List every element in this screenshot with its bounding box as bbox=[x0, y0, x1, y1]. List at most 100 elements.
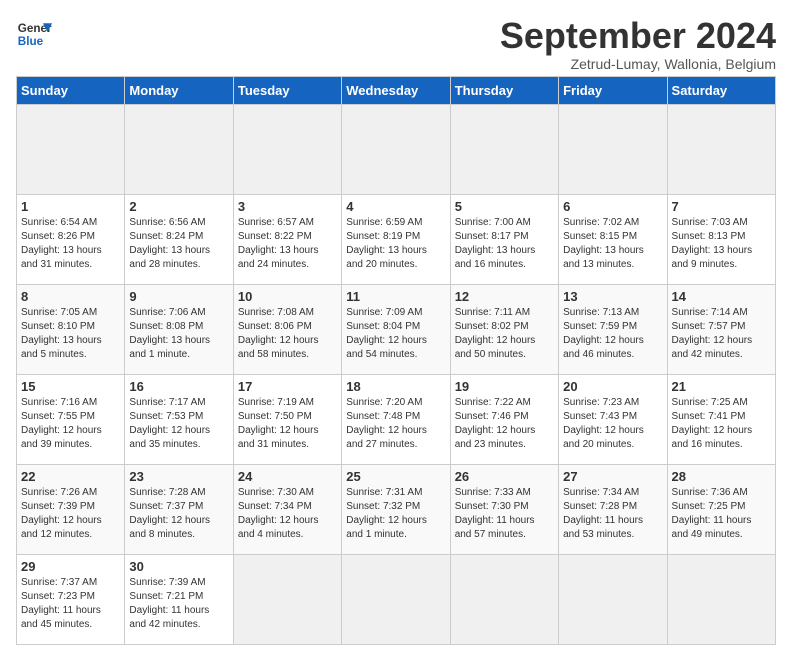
day-info: Sunrise: 7:23 AM Sunset: 7:43 PM Dayligh… bbox=[563, 396, 662, 452]
calendar-cell: 30 Sunrise: 7:39 AM Sunset: 7:21 PM Dayli… bbox=[125, 554, 233, 644]
calendar-week-row: 29 Sunrise: 7:37 AM Sunset: 7:23 PM Dayli… bbox=[17, 554, 776, 644]
day-number: 25 bbox=[346, 469, 445, 484]
day-info: Sunrise: 7:06 AM Sunset: 8:08 PM Dayligh… bbox=[129, 306, 228, 362]
day-number: 29 bbox=[21, 559, 120, 574]
calendar-cell: 19 Sunrise: 7:22 AM Sunset: 7:46 PM Dayli… bbox=[450, 374, 558, 464]
calendar-week-row bbox=[17, 104, 776, 194]
day-number: 30 bbox=[129, 559, 228, 574]
day-number: 4 bbox=[346, 199, 445, 214]
calendar-cell bbox=[667, 104, 775, 194]
weekday-header: Wednesday bbox=[342, 76, 450, 104]
day-info: Sunrise: 7:22 AM Sunset: 7:46 PM Dayligh… bbox=[455, 396, 554, 452]
day-info: Sunrise: 7:33 AM Sunset: 7:30 PM Dayligh… bbox=[455, 486, 554, 542]
calendar-cell: 26 Sunrise: 7:33 AM Sunset: 7:30 PM Dayli… bbox=[450, 464, 558, 554]
day-number: 24 bbox=[238, 469, 337, 484]
calendar-cell bbox=[17, 104, 125, 194]
day-number: 6 bbox=[563, 199, 662, 214]
day-number: 14 bbox=[672, 289, 771, 304]
day-info: Sunrise: 7:34 AM Sunset: 7:28 PM Dayligh… bbox=[563, 486, 662, 542]
day-number: 12 bbox=[455, 289, 554, 304]
day-number: 23 bbox=[129, 469, 228, 484]
day-number: 15 bbox=[21, 379, 120, 394]
calendar-cell: 17 Sunrise: 7:19 AM Sunset: 7:50 PM Dayli… bbox=[233, 374, 341, 464]
day-number: 13 bbox=[563, 289, 662, 304]
day-number: 17 bbox=[238, 379, 337, 394]
weekday-header: Monday bbox=[125, 76, 233, 104]
day-number: 3 bbox=[238, 199, 337, 214]
calendar-cell: 28 Sunrise: 7:36 AM Sunset: 7:25 PM Dayli… bbox=[667, 464, 775, 554]
day-number: 7 bbox=[672, 199, 771, 214]
calendar-cell: 20 Sunrise: 7:23 AM Sunset: 7:43 PM Dayli… bbox=[559, 374, 667, 464]
day-info: Sunrise: 7:02 AM Sunset: 8:15 PM Dayligh… bbox=[563, 216, 662, 272]
calendar-week-row: 22Sunrise: 7:26 AM Sunset: 7:39 PM Dayli… bbox=[17, 464, 776, 554]
day-number: 18 bbox=[346, 379, 445, 394]
calendar-cell: 18 Sunrise: 7:20 AM Sunset: 7:48 PM Dayli… bbox=[342, 374, 450, 464]
calendar-cell bbox=[125, 104, 233, 194]
day-number: 19 bbox=[455, 379, 554, 394]
day-info: Sunrise: 7:36 AM Sunset: 7:25 PM Dayligh… bbox=[672, 486, 771, 542]
title-block: September 2024 Zetrud-Lumay, Wallonia, B… bbox=[500, 16, 776, 72]
day-info: Sunrise: 7:28 AM Sunset: 7:37 PM Dayligh… bbox=[129, 486, 228, 542]
calendar-cell: 27 Sunrise: 7:34 AM Sunset: 7:28 PM Dayli… bbox=[559, 464, 667, 554]
day-info: Sunrise: 7:31 AM Sunset: 7:32 PM Dayligh… bbox=[346, 486, 445, 542]
day-info: Sunrise: 7:13 AM Sunset: 7:59 PM Dayligh… bbox=[563, 306, 662, 362]
day-info: Sunrise: 7:30 AM Sunset: 7:34 PM Dayligh… bbox=[238, 486, 337, 542]
calendar-week-row: 8 Sunrise: 7:05 AM Sunset: 8:10 PM Daylig… bbox=[17, 284, 776, 374]
calendar-cell: 21 Sunrise: 7:25 AM Sunset: 7:41 PM Dayli… bbox=[667, 374, 775, 464]
day-info: Sunrise: 7:25 AM Sunset: 7:41 PM Dayligh… bbox=[672, 396, 771, 452]
calendar-cell bbox=[667, 554, 775, 644]
day-info: Sunrise: 7:17 AM Sunset: 7:53 PM Dayligh… bbox=[129, 396, 228, 452]
svg-text:Blue: Blue bbox=[18, 35, 44, 48]
calendar-cell: 25 Sunrise: 7:31 AM Sunset: 7:32 PM Dayli… bbox=[342, 464, 450, 554]
calendar-cell: 13 Sunrise: 7:13 AM Sunset: 7:59 PM Dayli… bbox=[559, 284, 667, 374]
day-info: Sunrise: 7:11 AM Sunset: 8:02 PM Dayligh… bbox=[455, 306, 554, 362]
day-info: Sunrise: 6:56 AM Sunset: 8:24 PM Dayligh… bbox=[129, 216, 228, 272]
calendar-cell: 16Sunrise: 7:17 AM Sunset: 7:53 PM Dayli… bbox=[125, 374, 233, 464]
calendar-cell: 1Sunrise: 6:54 AM Sunset: 8:26 PM Daylig… bbox=[17, 194, 125, 284]
day-number: 8 bbox=[21, 289, 120, 304]
day-number: 28 bbox=[672, 469, 771, 484]
calendar-cell bbox=[342, 104, 450, 194]
calendar-cell: 5 Sunrise: 7:00 AM Sunset: 8:17 PM Daylig… bbox=[450, 194, 558, 284]
weekday-header: Friday bbox=[559, 76, 667, 104]
calendar-cell: 22Sunrise: 7:26 AM Sunset: 7:39 PM Dayli… bbox=[17, 464, 125, 554]
calendar-cell bbox=[559, 554, 667, 644]
day-info: Sunrise: 7:08 AM Sunset: 8:06 PM Dayligh… bbox=[238, 306, 337, 362]
day-info: Sunrise: 7:05 AM Sunset: 8:10 PM Dayligh… bbox=[21, 306, 120, 362]
day-info: Sunrise: 7:39 AM Sunset: 7:21 PM Dayligh… bbox=[129, 576, 228, 632]
day-number: 20 bbox=[563, 379, 662, 394]
calendar-cell: 14 Sunrise: 7:14 AM Sunset: 7:57 PM Dayli… bbox=[667, 284, 775, 374]
weekday-header: Tuesday bbox=[233, 76, 341, 104]
day-number: 27 bbox=[563, 469, 662, 484]
calendar-cell: 29 Sunrise: 7:37 AM Sunset: 7:23 PM Dayli… bbox=[17, 554, 125, 644]
day-info: Sunrise: 7:00 AM Sunset: 8:17 PM Dayligh… bbox=[455, 216, 554, 272]
calendar-title: September 2024 bbox=[500, 16, 776, 56]
day-info: Sunrise: 6:59 AM Sunset: 8:19 PM Dayligh… bbox=[346, 216, 445, 272]
calendar-cell bbox=[233, 104, 341, 194]
calendar-header-row: SundayMondayTuesdayWednesdayThursdayFrid… bbox=[17, 76, 776, 104]
day-number: 5 bbox=[455, 199, 554, 214]
day-number: 1 bbox=[21, 199, 120, 214]
calendar-cell bbox=[233, 554, 341, 644]
calendar-cell bbox=[342, 554, 450, 644]
calendar-cell: 2 Sunrise: 6:56 AM Sunset: 8:24 PM Daylig… bbox=[125, 194, 233, 284]
day-info: Sunrise: 7:09 AM Sunset: 8:04 PM Dayligh… bbox=[346, 306, 445, 362]
day-info: Sunrise: 7:14 AM Sunset: 7:57 PM Dayligh… bbox=[672, 306, 771, 362]
calendar-week-row: 1Sunrise: 6:54 AM Sunset: 8:26 PM Daylig… bbox=[17, 194, 776, 284]
calendar-cell: 24 Sunrise: 7:30 AM Sunset: 7:34 PM Dayli… bbox=[233, 464, 341, 554]
day-number: 26 bbox=[455, 469, 554, 484]
calendar-cell: 15 Sunrise: 7:16 AM Sunset: 7:55 PM Dayli… bbox=[17, 374, 125, 464]
logo-icon: General Blue bbox=[16, 16, 52, 52]
day-number: 2 bbox=[129, 199, 228, 214]
day-info: Sunrise: 7:37 AM Sunset: 7:23 PM Dayligh… bbox=[21, 576, 120, 632]
calendar-cell: 4 Sunrise: 6:59 AM Sunset: 8:19 PM Daylig… bbox=[342, 194, 450, 284]
day-number: 9 bbox=[129, 289, 228, 304]
calendar-cell: 11Sunrise: 7:09 AM Sunset: 8:04 PM Dayli… bbox=[342, 284, 450, 374]
day-info: Sunrise: 7:20 AM Sunset: 7:48 PM Dayligh… bbox=[346, 396, 445, 452]
day-number: 21 bbox=[672, 379, 771, 394]
day-info: Sunrise: 7:16 AM Sunset: 7:55 PM Dayligh… bbox=[21, 396, 120, 452]
day-info: Sunrise: 7:26 AM Sunset: 7:39 PM Dayligh… bbox=[21, 486, 120, 542]
calendar-table: SundayMondayTuesdayWednesdayThursdayFrid… bbox=[16, 76, 776, 645]
calendar-cell: 12 Sunrise: 7:11 AM Sunset: 8:02 PM Dayli… bbox=[450, 284, 558, 374]
day-info: Sunrise: 7:19 AM Sunset: 7:50 PM Dayligh… bbox=[238, 396, 337, 452]
